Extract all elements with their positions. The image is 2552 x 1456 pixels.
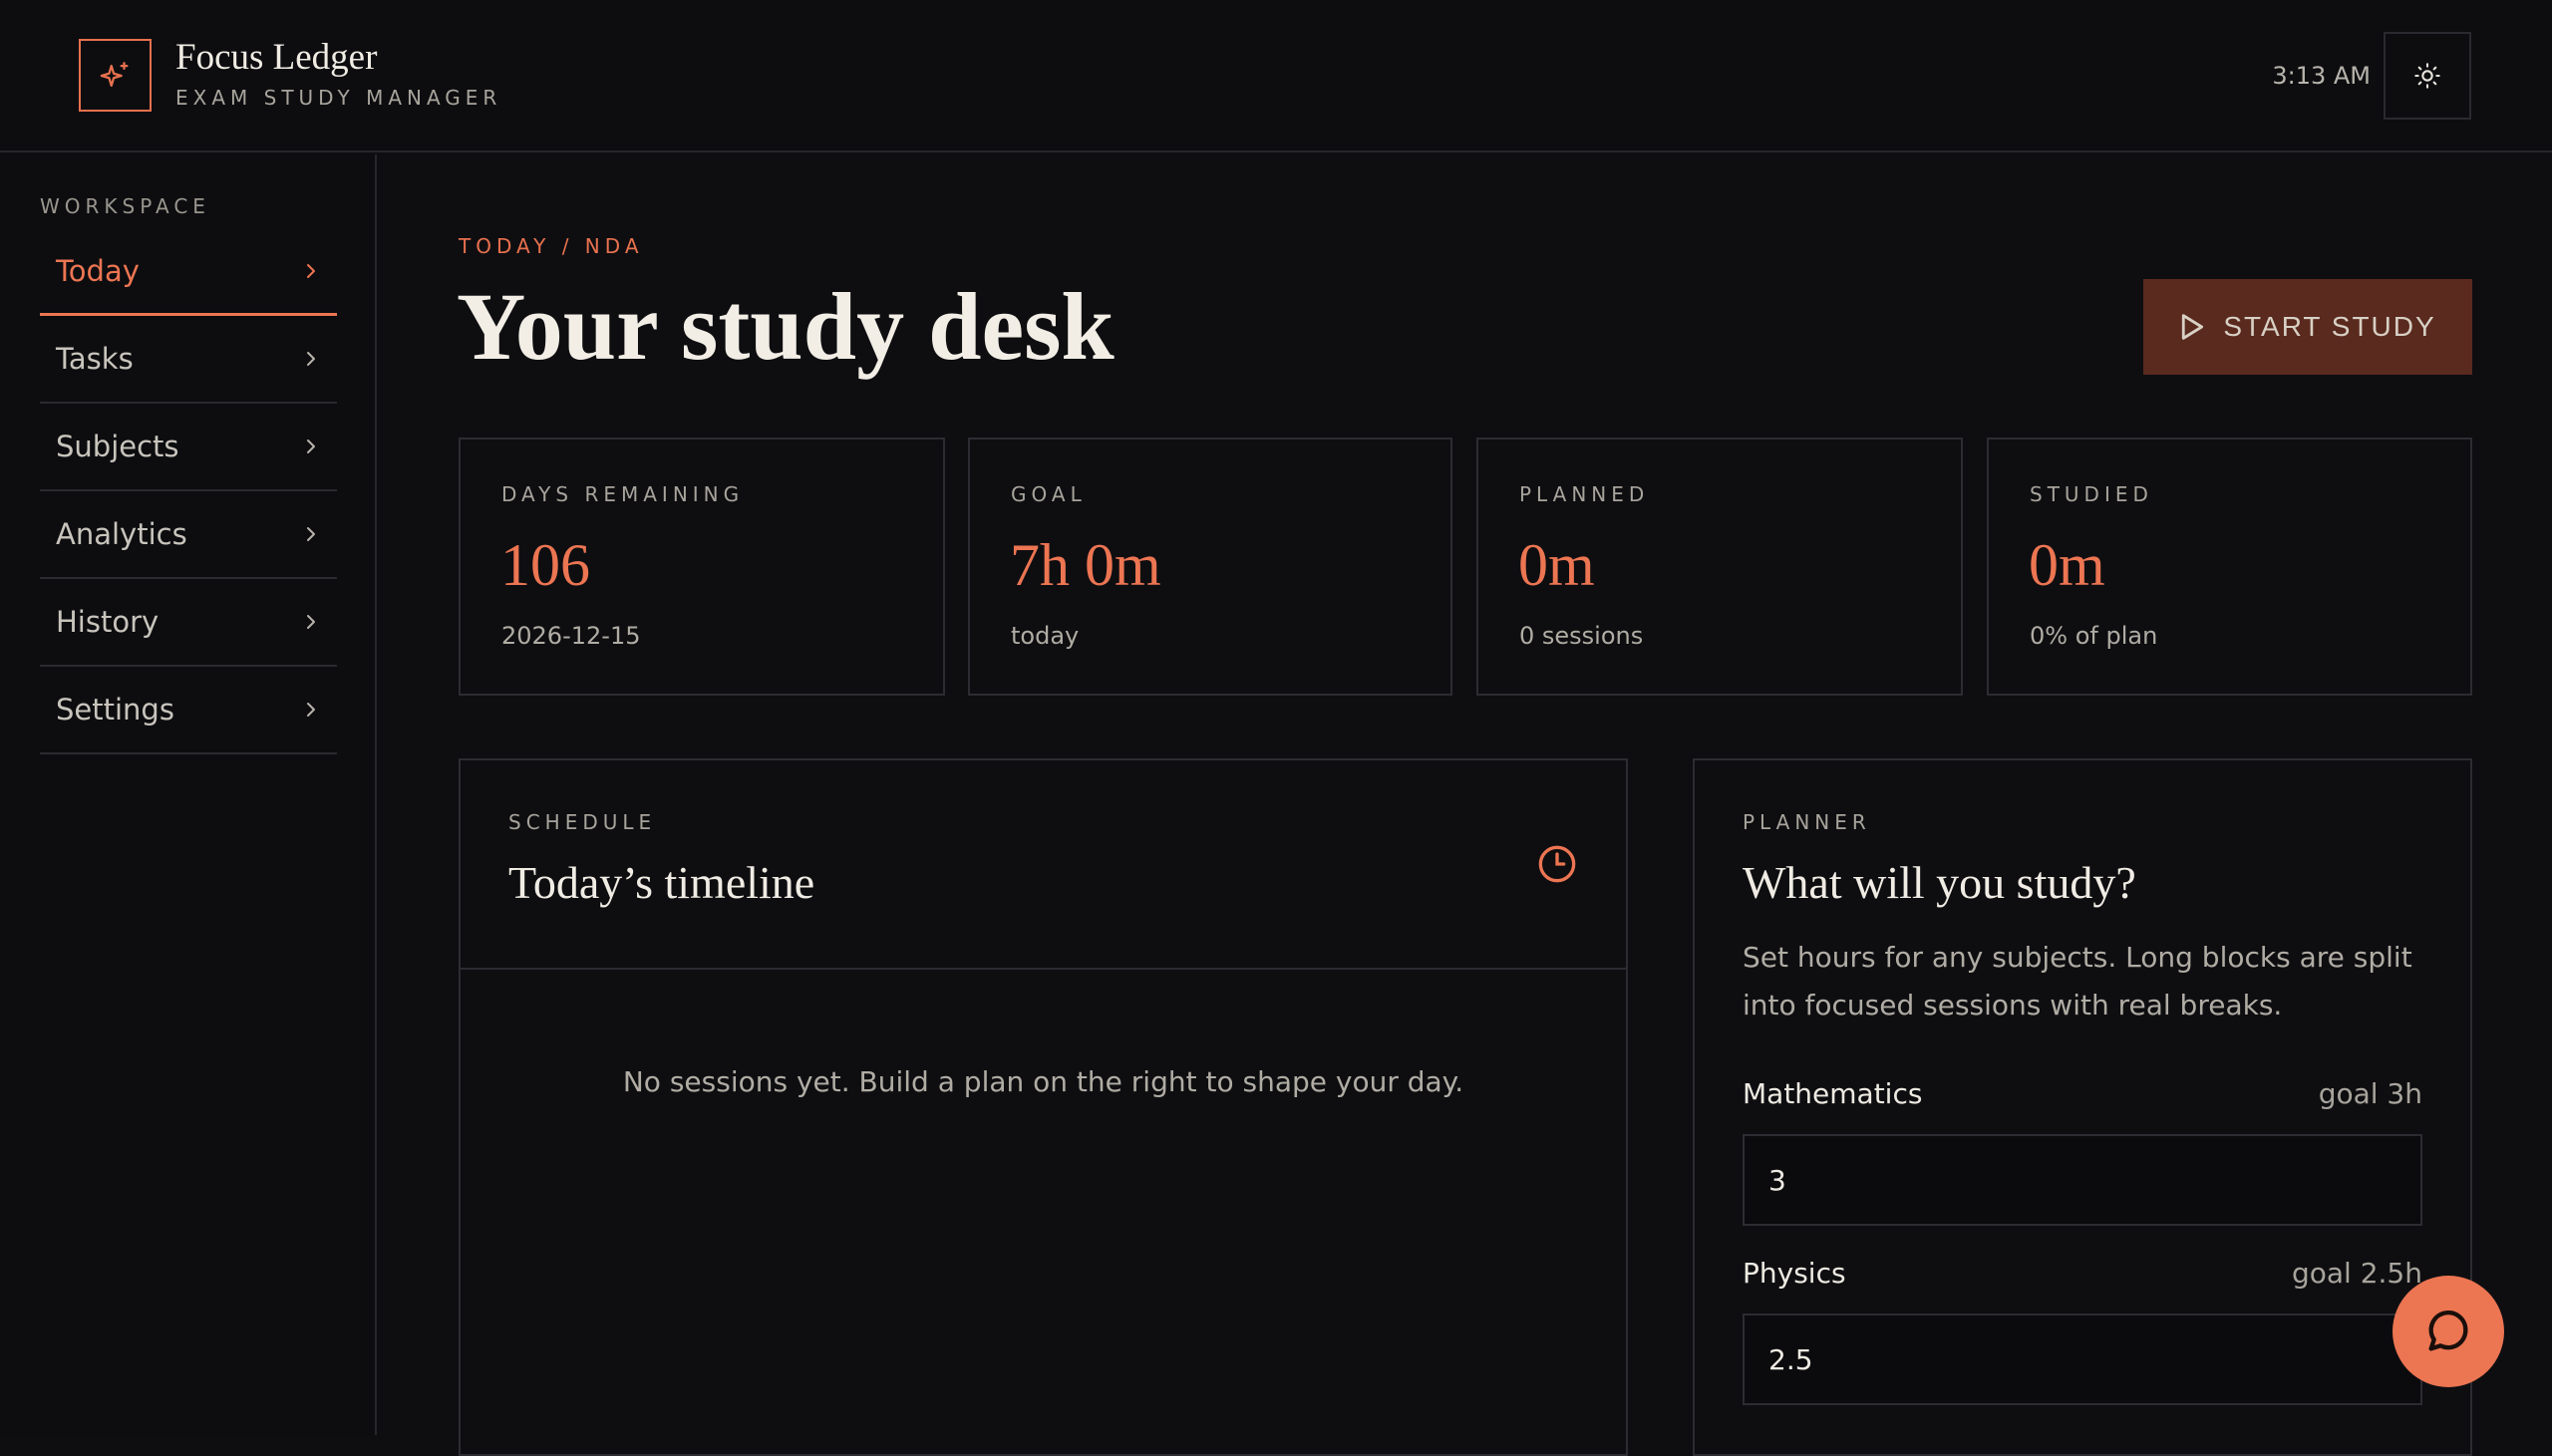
subject-goal: goal 2.5h — [2291, 1257, 2422, 1290]
stat-label: GOAL — [1011, 482, 1087, 506]
sidebar-item-label: Subjects — [56, 430, 179, 463]
subject-row-physics: Physics goal 2.5h — [1743, 1257, 2422, 1290]
app-subtitle: EXAM STUDY MANAGER — [175, 86, 502, 110]
chat-bubble-icon — [2428, 1310, 2468, 1351]
chevron-right-icon — [307, 352, 315, 366]
stat-subtext: today — [1011, 622, 1080, 650]
subject-row-mathematics: Mathematics goal 3h — [1743, 1077, 2422, 1110]
sidebar-item-label: Tasks — [56, 342, 134, 376]
chevron-right-icon — [307, 703, 315, 717]
sidebar-item-history[interactable]: History — [40, 579, 337, 667]
schedule-eyebrow: SCHEDULE — [508, 810, 657, 834]
sun-icon — [2414, 63, 2440, 89]
subject-name: Physics — [1743, 1257, 1846, 1290]
page-title: Your study desk — [457, 273, 1115, 380]
theme-toggle-button[interactable] — [2384, 32, 2471, 120]
stat-value: 0m — [1518, 532, 1595, 598]
sidebar-nav: Today Tasks Subjects Analytics History S… — [40, 228, 337, 754]
app-title: Focus Ledger — [175, 37, 378, 78]
stat-value: 0m — [2029, 532, 2105, 598]
planner-panel: PLANNER What will you study? Set hours f… — [1693, 758, 2472, 1456]
stat-card-planned: PLANNED 0m 0 sessions — [1476, 437, 1963, 696]
chevron-right-icon — [307, 615, 315, 629]
sidebar-item-analytics[interactable]: Analytics — [40, 491, 337, 579]
sidebar-item-label: History — [56, 605, 160, 639]
sidebar-heading: WORKSPACE — [40, 194, 210, 218]
stat-subtext: 0 sessions — [1519, 622, 1644, 650]
divider — [461, 968, 1626, 970]
empty-state-message: No sessions yet. Build a plan on the rig… — [622, 1065, 1464, 1098]
clock-time: 3:13 AM — [2272, 62, 2371, 90]
stat-card-goal: GOAL 7h 0m today — [968, 437, 1452, 696]
stat-card-studied: STUDIED 0m 0% of plan — [1987, 437, 2472, 696]
sidebar-item-label: Analytics — [56, 517, 187, 551]
planner-eyebrow: PLANNER — [1743, 810, 1871, 834]
stat-card-days-remaining: DAYS REMAINING 106 2026-12-15 — [459, 437, 945, 696]
stat-value: 106 — [500, 532, 590, 598]
sidebar: WORKSPACE Today Tasks Subjects Analytics… — [0, 154, 377, 1435]
sidebar-item-today[interactable]: Today — [40, 228, 337, 316]
planner-title: What will you study? — [1743, 857, 2136, 908]
sidebar-item-settings[interactable]: Settings — [40, 667, 337, 754]
app-logo — [79, 39, 152, 112]
physics-hours-input[interactable] — [1743, 1313, 2422, 1405]
subject-name: Mathematics — [1743, 1077, 1923, 1110]
subject-goal: goal 3h — [2318, 1077, 2422, 1110]
sparkles-icon — [100, 61, 128, 87]
stat-label: PLANNED — [1519, 482, 1650, 506]
sidebar-item-tasks[interactable]: Tasks — [40, 316, 337, 404]
play-icon — [2182, 314, 2204, 340]
mathematics-hours-input[interactable] — [1743, 1134, 2422, 1226]
clock-icon — [1538, 845, 1576, 883]
sidebar-item-label: Settings — [56, 693, 174, 727]
stat-subtext: 0% of plan — [2030, 622, 2158, 650]
chevron-right-icon — [307, 527, 315, 541]
chat-button[interactable] — [2392, 1276, 2504, 1387]
sidebar-item-subjects[interactable]: Subjects — [40, 404, 337, 491]
stat-value: 7h 0m — [1010, 532, 1161, 598]
stat-label: DAYS REMAINING — [501, 482, 745, 506]
top-bar: Focus Ledger EXAM STUDY MANAGER 3:13 AM — [0, 0, 2552, 152]
schedule-title: Today’s timeline — [508, 857, 815, 908]
breadcrumb: TODAY / NDA — [459, 234, 644, 258]
chevron-right-icon — [307, 263, 315, 278]
start-study-button[interactable]: START STUDY — [2143, 279, 2472, 375]
stat-subtext: 2026-12-15 — [501, 622, 641, 650]
stat-label: STUDIED — [2030, 482, 2153, 506]
start-study-label: START STUDY — [2223, 311, 2436, 342]
chevron-right-icon — [307, 439, 315, 453]
planner-description: Set hours for any subjects. Long blocks … — [1743, 941, 2412, 1021]
schedule-panel: SCHEDULE Today’s timeline No sessions ye… — [459, 758, 1628, 1456]
sidebar-item-label: Today — [56, 253, 140, 288]
